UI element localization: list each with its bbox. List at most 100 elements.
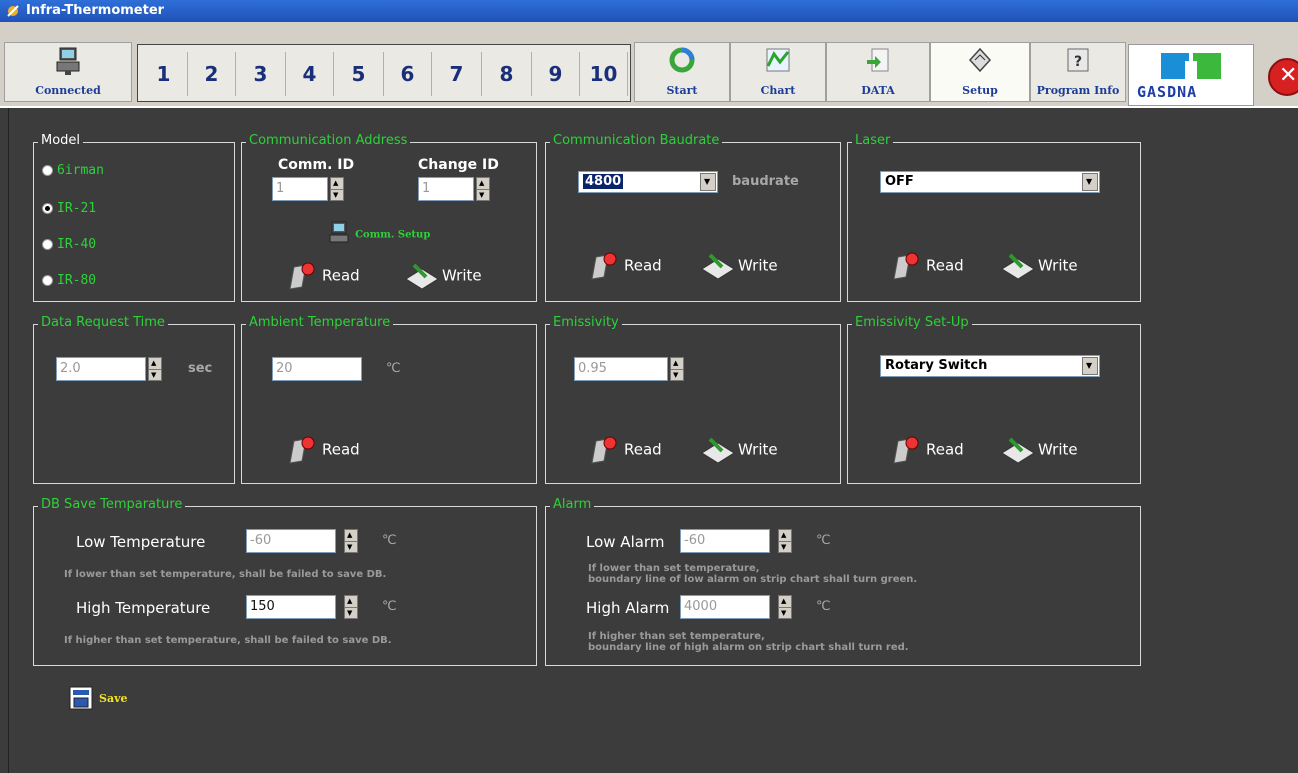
emissivity-setup-read-button[interactable]: Read xyxy=(890,435,964,465)
comm-id-spinner[interactable] xyxy=(330,177,344,201)
setup-icon xyxy=(968,47,992,73)
baudrate-select[interactable]: 4800 xyxy=(578,171,718,193)
read-label: Read xyxy=(624,256,662,275)
svg-text:?: ? xyxy=(1074,54,1082,70)
radio-dot xyxy=(42,165,53,176)
model-option-6irman[interactable]: 6irman xyxy=(42,163,104,178)
data-request-input[interactable]: 2.0 xyxy=(56,357,146,381)
save-button[interactable]: Save xyxy=(69,686,127,714)
db-low-input[interactable]: -60 xyxy=(246,529,336,553)
model-option-ir21[interactable]: IR-21 xyxy=(42,201,96,216)
program-info-button[interactable]: ? Program Info xyxy=(1030,42,1126,102)
channel-tab-5[interactable]: 5 xyxy=(334,52,384,96)
comm-address-title: Communication Address xyxy=(246,133,411,148)
alarm-high-input[interactable]: 4000 xyxy=(680,595,770,619)
comm-id-input[interactable]: 1 xyxy=(272,177,328,201)
comm-address-group: Communication Address Comm. ID 1 Change … xyxy=(241,133,537,302)
alarm-low-label: Low Alarm xyxy=(586,533,665,551)
write-icon xyxy=(405,263,439,290)
chevron-down-icon[interactable] xyxy=(1082,173,1098,191)
radio-dot xyxy=(42,275,53,286)
read-icon xyxy=(289,262,315,290)
model-option-ir80[interactable]: IR-80 xyxy=(42,273,96,288)
db-low-spinner[interactable] xyxy=(344,529,358,553)
connected-button[interactable]: Connected xyxy=(4,42,132,102)
data-request-unit: sec xyxy=(188,361,213,376)
baudrate-unit: baudrate xyxy=(732,174,799,189)
chevron-down-icon[interactable] xyxy=(700,173,716,191)
emissivity-read-button[interactable]: Read xyxy=(588,435,662,465)
db-low-note: If lower than set temperature, shall be … xyxy=(64,569,387,580)
emissivity-setup-select[interactable]: Rotary Switch xyxy=(880,355,1100,377)
model-option-label: IR-80 xyxy=(57,273,97,288)
laser-group: Laser OFF Read Write xyxy=(847,133,1141,302)
model-option-label: IR-21 xyxy=(57,201,97,216)
read-label: Read xyxy=(322,266,360,285)
info-book-icon: ? xyxy=(1067,48,1089,72)
chart-button[interactable]: Chart xyxy=(730,42,826,102)
baudrate-title: Communication Baudrate xyxy=(550,133,723,148)
alarm-low-spinner[interactable] xyxy=(778,529,792,553)
change-id-label: Change ID xyxy=(418,157,499,173)
alarm-low-unit: ℃ xyxy=(816,533,831,548)
emissivity-input[interactable]: 0.95 xyxy=(574,357,668,381)
start-button[interactable]: Start xyxy=(634,42,730,102)
ambient-read-button[interactable]: Read xyxy=(286,435,360,465)
channel-tab-1[interactable]: 1 xyxy=(140,52,188,96)
change-id-input[interactable]: 1 xyxy=(418,177,474,201)
emissivity-write-button[interactable]: Write xyxy=(700,435,778,465)
read-label: Read xyxy=(926,256,964,275)
exit-button[interactable]: ✕ xyxy=(1268,58,1298,96)
channel-tab-3[interactable]: 3 xyxy=(236,52,286,96)
toolbar: Connected 1 2 3 4 5 6 7 8 9 10 Start Cha… xyxy=(0,22,1298,108)
emissivity-setup-write-button[interactable]: Write xyxy=(1000,435,1078,465)
laser-select[interactable]: OFF xyxy=(880,171,1100,193)
channel-tab-9[interactable]: 9 xyxy=(532,52,580,96)
laser-write-button[interactable]: Write xyxy=(1000,251,1078,281)
alarm-low-note-2: boundary line of low alarm on strip char… xyxy=(588,574,918,585)
alarm-high-note-2: boundary line of high alarm on strip cha… xyxy=(588,642,909,653)
ambient-input[interactable]: 20 xyxy=(272,357,362,381)
comm-id-label: Comm. ID xyxy=(278,157,355,173)
logo-mark-icon xyxy=(1161,53,1221,79)
program-info-label: Program Info xyxy=(1036,84,1120,97)
comm-address-write-button[interactable]: Write xyxy=(404,261,482,291)
data-icon xyxy=(867,48,889,72)
emissivity-group: Emissivity 0.95 Read Write xyxy=(545,315,841,484)
channel-tab-8[interactable]: 8 xyxy=(482,52,532,96)
model-group: Model 6irman IR-21 IR-40 IR-80 xyxy=(33,133,235,302)
comm-address-read-button[interactable]: Read xyxy=(286,261,360,291)
comm-setup-label: Comm. Setup xyxy=(355,229,431,241)
ambient-unit: ℃ xyxy=(386,361,401,376)
db-high-spinner[interactable] xyxy=(344,595,358,619)
model-option-ir40[interactable]: IR-40 xyxy=(42,237,96,252)
baudrate-write-button[interactable]: Write xyxy=(700,251,778,281)
db-high-input[interactable]: 150 xyxy=(246,595,336,619)
channel-tab-7[interactable]: 7 xyxy=(432,52,482,96)
channel-tab-10[interactable]: 10 xyxy=(580,52,628,96)
alarm-title: Alarm xyxy=(550,497,595,512)
channel-tab-6[interactable]: 6 xyxy=(384,52,432,96)
channel-tab-4[interactable]: 4 xyxy=(286,52,334,96)
data-request-spinner[interactable] xyxy=(148,357,162,381)
alarm-high-spinner[interactable] xyxy=(778,595,792,619)
data-button[interactable]: DATA xyxy=(826,42,930,102)
read-label: Read xyxy=(624,440,662,459)
emissivity-spinner[interactable] xyxy=(670,357,684,381)
emissivity-setup-value: Rotary Switch xyxy=(885,358,988,373)
alarm-low-input[interactable]: -60 xyxy=(680,529,770,553)
channel-tab-2[interactable]: 2 xyxy=(188,52,236,96)
comm-setup-button[interactable]: Comm. Setup xyxy=(328,221,430,245)
close-icon: ✕ xyxy=(1279,63,1298,88)
setup-panel: Model 6irman IR-21 IR-40 IR-80 Communica… xyxy=(8,108,1298,773)
laser-read-button[interactable]: Read xyxy=(890,251,964,281)
data-request-group: Data Request Time 2.0 sec xyxy=(33,315,235,484)
change-id-spinner[interactable] xyxy=(476,177,490,201)
radio-dot-selected xyxy=(42,203,53,214)
chevron-down-icon[interactable] xyxy=(1082,357,1098,375)
alarm-low-note-1: If lower than set temperature, xyxy=(588,563,760,574)
baudrate-read-button[interactable]: Read xyxy=(588,251,662,281)
ambient-group: Ambient Temperature 20 ℃ Read xyxy=(241,315,537,484)
setup-button[interactable]: Setup xyxy=(930,42,1030,102)
app-icon xyxy=(7,5,19,17)
